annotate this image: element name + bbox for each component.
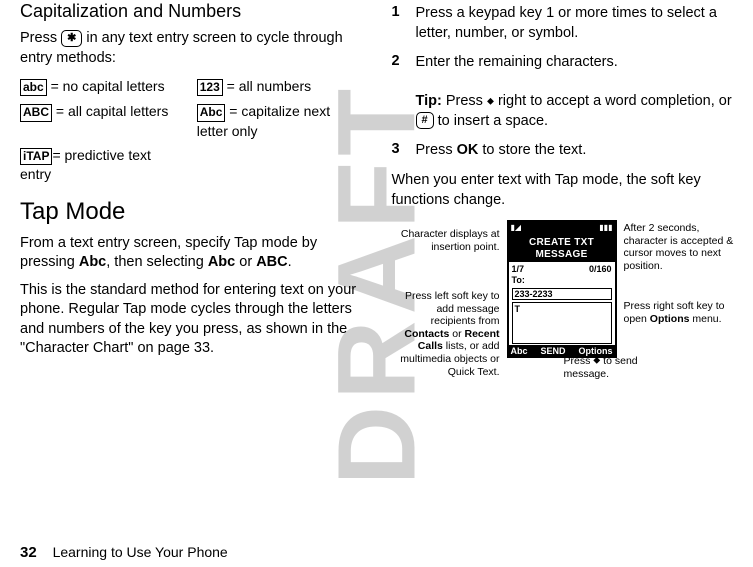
opt-abc: abc = no capital letters: [20, 77, 185, 97]
callout-accept: After 2 seconds, character is accepted &…: [624, 222, 744, 272]
counter-left: 1/7: [512, 264, 525, 275]
text: Enter the remaining characters.: [416, 54, 618, 70]
to-field: 233-2233: [512, 288, 612, 301]
opt-123: 123 = all numbers: [197, 77, 362, 97]
chapter-title: Learning to Use Your Phone: [53, 544, 228, 560]
battery-icon: ▮▮▮: [599, 223, 612, 233]
to-label: To:: [512, 275, 612, 286]
step-1: 1 Press a keypad key 1 or more times to …: [392, 4, 734, 43]
step-3: 3 Press OK to store the text.: [392, 141, 734, 161]
text: Press: [446, 93, 487, 109]
callout-right-softkey: Press right soft key to open Options men…: [624, 300, 744, 325]
tap-intro: From a text entry screen, specify Tap mo…: [20, 234, 362, 273]
left-column: Capitalization and Numbers Press ✱ in an…: [20, 0, 362, 450]
bold-abc-2: Abc: [208, 254, 235, 270]
bold: Options: [650, 313, 690, 325]
callout-insertion: Character displays at insertion point.: [392, 228, 500, 253]
phone-illustration: Character displays at insertion point. P…: [392, 220, 734, 450]
page-footer: 32 Learning to Use Your Phone: [20, 544, 228, 561]
text-area: T: [512, 302, 612, 344]
counter-right: 0/160: [589, 264, 612, 275]
text: or: [235, 254, 256, 270]
text: to store the text.: [478, 142, 586, 158]
step-2: 2 Enter the remaining characters. Tip: P…: [392, 53, 734, 131]
step-body: Enter the remaining characters. Tip: Pre…: [416, 53, 734, 131]
page-number: 32: [20, 544, 37, 561]
bold-abc-1: Abc: [79, 254, 106, 270]
phone-message-area: 1/7 0/160 To: 233-2233 T: [507, 262, 617, 345]
soft-right: Options: [579, 346, 613, 357]
heading-tap-mode: Tap Mode: [20, 198, 362, 226]
phone-title: CREATE TXT MESSAGE: [507, 236, 617, 262]
tap-desc: This is the standard method for entering…: [20, 281, 362, 359]
opt-itap-label: iTAP: [20, 148, 52, 166]
signal-icon: ▮◢: [511, 223, 522, 233]
opt-ABC-label: ABC: [20, 104, 52, 122]
callout-left-softkey: Press left soft key to add message recip…: [392, 290, 500, 378]
opt-itap: iTAP= predictive text entry: [20, 146, 185, 184]
phone-screen: ▮◢ ▮▮▮ CREATE TXT MESSAGE 1/7 0/160 To: …: [507, 220, 617, 358]
opt-123-label: 123: [197, 79, 223, 97]
heading-capitalization: Capitalization and Numbers: [20, 0, 362, 23]
bold: Contacts: [404, 328, 449, 340]
steps-list: 1 Press a keypad key 1 or more times to …: [392, 4, 734, 161]
opt-abc-label: abc: [20, 79, 47, 97]
opt-ABC: ABC = all capital letters: [20, 102, 185, 140]
text: Press: [416, 142, 457, 158]
step-num: 2: [392, 53, 406, 131]
right-column: 1 Press a keypad key 1 or more times to …: [392, 0, 734, 450]
hash-key-icon: #: [416, 112, 434, 129]
text: to insert a space.: [434, 113, 548, 129]
cap-intro: Press ✱ in any text entry screen to cycl…: [20, 29, 362, 68]
opt-Abc-label: Abc: [197, 104, 226, 122]
text: right to accept a word completion, or: [494, 93, 732, 109]
callout-send: Press to send message.: [564, 355, 664, 380]
phone-statusbar: ▮◢ ▮▮▮: [507, 220, 617, 236]
text: = all numbers: [223, 78, 311, 94]
nav-key-icon: [487, 93, 494, 109]
ok-key: OK: [457, 142, 479, 158]
phone-softkeys: Abc SEND Options: [507, 345, 617, 358]
step-num: 3: [392, 141, 406, 161]
text: = no capital letters: [47, 78, 165, 94]
star-key-icon: ✱: [61, 30, 82, 47]
text: = all capital letters: [52, 103, 168, 119]
step-num: 1: [392, 4, 406, 43]
text: Press: [20, 30, 61, 46]
step-body: Press a keypad key 1 or more times to se…: [416, 4, 734, 43]
opt-Abc: Abc = capitalize next letter only: [197, 102, 362, 140]
tip-label: Tip:: [416, 93, 446, 109]
text: , then selecting: [106, 254, 208, 270]
bold-ABC: ABC: [256, 254, 287, 270]
entry-methods-table: abc = no capital letters 123 = all numbe…: [20, 77, 362, 184]
softkey-change-note: When you enter text with Tap mode, the s…: [392, 171, 734, 210]
soft-mid: SEND: [541, 346, 566, 357]
soft-left: Abc: [511, 346, 528, 357]
text: .: [288, 254, 292, 270]
step-body: Press OK to store the text.: [416, 141, 587, 161]
